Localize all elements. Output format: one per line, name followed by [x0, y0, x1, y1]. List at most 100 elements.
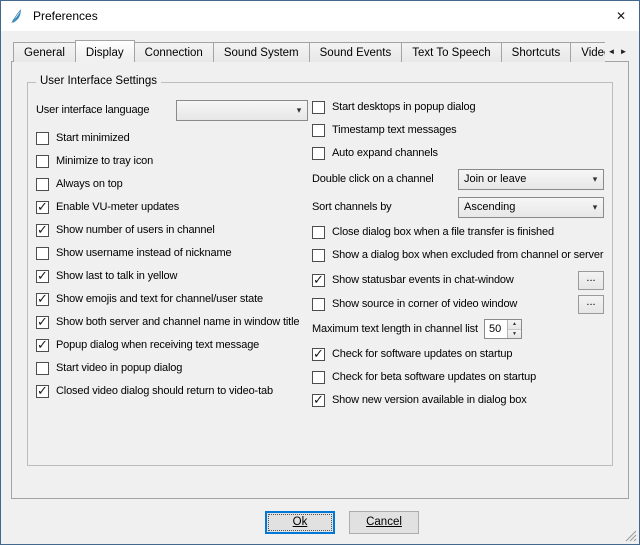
tab-general[interactable]: General: [13, 42, 76, 62]
checkbox-label: Start desktops in popup dialog: [332, 101, 476, 113]
checkbox[interactable]: [36, 385, 49, 398]
tab-shortcuts[interactable]: Shortcuts: [501, 42, 572, 62]
checkbox[interactable]: [312, 348, 325, 361]
video-source-row: Show source in corner of video window ..…: [312, 294, 604, 314]
checkbox-row: Start desktops in popup dialog: [312, 99, 604, 115]
language-select[interactable]: ▾: [176, 100, 308, 121]
sort-channels-row: Sort channels by Ascending ▾: [312, 196, 604, 218]
sort-channels-value: Ascending: [459, 201, 587, 213]
checkbox-row: Minimize to tray icon: [36, 153, 308, 169]
checkbox-label: Show new version available in dialog box: [332, 394, 527, 406]
chevron-down-icon: ▾: [587, 174, 603, 185]
tab-text-to-speech[interactable]: Text To Speech: [401, 42, 501, 62]
tab-sound-events[interactable]: Sound Events: [309, 42, 403, 62]
checkbox[interactable]: [36, 132, 49, 145]
checkbox-label: Timestamp text messages: [332, 124, 457, 136]
checkbox-row: Always on top: [36, 176, 308, 192]
tab-scroll-left-icon[interactable]: ◄: [606, 43, 617, 59]
checkbox-label: Show source in corner of video window: [332, 298, 517, 310]
checkbox-label: Show both server and channel name in win…: [56, 316, 299, 328]
right-column: Start desktops in popup dialog Timestamp …: [308, 99, 604, 415]
checkbox[interactable]: [36, 247, 49, 260]
resize-grip[interactable]: [624, 529, 637, 542]
tab-sound-system[interactable]: Sound System: [213, 42, 310, 62]
spinner-arrows: ▲ ▼: [507, 320, 521, 338]
checkbox[interactable]: [312, 371, 325, 384]
checkbox[interactable]: [36, 293, 49, 306]
right-checkbox-list-mid: Close dialog box when a file transfer is…: [312, 224, 604, 263]
max-text-length-label: Maximum text length in channel list: [312, 323, 478, 335]
close-icon[interactable]: ✕: [603, 1, 639, 31]
checkbox-row: Check for beta software updates on start…: [312, 369, 604, 385]
chevron-down-icon: ▾: [291, 105, 307, 116]
checkbox-label: Show username instead of nickname: [56, 247, 231, 259]
checkbox-label: Popup dialog when receiving text message: [56, 339, 259, 351]
checkbox-row: Show emojis and text for channel/user st…: [36, 291, 308, 307]
checkbox-row: Check for software updates on startup: [312, 346, 604, 362]
checkbox-label: Check for beta software updates on start…: [332, 371, 536, 383]
right-checkbox-list-bottom: Check for software updates on startup Che…: [312, 346, 604, 408]
checkbox[interactable]: [36, 270, 49, 283]
checkbox-label: Always on top: [56, 178, 123, 190]
chevron-down-icon: ▾: [587, 202, 603, 213]
language-label: User interface language: [36, 104, 149, 116]
checkbox-row: Show new version available in dialog box: [312, 392, 604, 408]
checkbox[interactable]: [312, 101, 325, 114]
max-text-length-value: 50: [485, 320, 507, 338]
checkbox-label: Show last to talk in yellow: [56, 270, 177, 282]
window-title: Preferences: [33, 9, 603, 23]
display-tab-panel: User Interface Settings User interface l…: [11, 61, 629, 499]
checkbox[interactable]: [36, 362, 49, 375]
checkbox[interactable]: [36, 178, 49, 191]
title-bar: Preferences ✕: [1, 1, 639, 31]
checkbox[interactable]: [312, 226, 325, 239]
checkbox[interactable]: [36, 316, 49, 329]
checkbox-label: Start video in popup dialog: [56, 362, 182, 374]
checkbox-label: Show number of users in channel: [56, 224, 215, 236]
left-column: User interface language ▾ Start minimize…: [36, 99, 308, 415]
checkbox-label: Show a dialog box when excluded from cha…: [332, 249, 603, 261]
checkbox[interactable]: [312, 298, 325, 311]
checkbox-row: Close dialog box when a file transfer is…: [312, 224, 604, 240]
group-title: User Interface Settings: [36, 75, 161, 87]
app-logo-icon: [9, 8, 25, 24]
tab-bar: GeneralDisplayConnectionSound SystemSoun…: [11, 39, 629, 62]
checkbox[interactable]: [312, 249, 325, 262]
checkbox-row: Show both server and channel name in win…: [36, 314, 308, 330]
checkbox[interactable]: [36, 201, 49, 214]
checkbox[interactable]: [312, 394, 325, 407]
checkbox-row: Popup dialog when receiving text message: [36, 337, 308, 353]
checkbox[interactable]: [36, 339, 49, 352]
checkbox-label: Show emojis and text for channel/user st…: [56, 293, 263, 305]
checkbox-label: Closed video dialog should return to vid…: [56, 385, 273, 397]
checkbox[interactable]: [36, 224, 49, 237]
cancel-button[interactable]: Cancel: [349, 511, 419, 534]
max-text-length-spinner[interactable]: 50 ▲ ▼: [484, 319, 522, 339]
checkbox[interactable]: [312, 124, 325, 137]
video-source-config-button[interactable]: ...: [578, 295, 604, 314]
checkbox-row: Start video in popup dialog: [36, 360, 308, 376]
checkbox-row: Show number of users in channel: [36, 222, 308, 238]
tab-connection[interactable]: Connection: [134, 42, 214, 62]
double-click-label: Double click on a channel: [312, 173, 434, 185]
sort-channels-select[interactable]: Ascending ▾: [458, 197, 604, 218]
ok-button[interactable]: Ok: [265, 511, 335, 534]
tab-video[interactable]: Video: [570, 42, 605, 62]
double-click-value: Join or leave: [459, 173, 587, 185]
checkbox-row: Show last to talk in yellow: [36, 268, 308, 284]
spin-up-icon[interactable]: ▲: [508, 320, 521, 330]
checkbox-label: Auto expand channels: [332, 147, 438, 159]
spin-down-icon[interactable]: ▼: [508, 330, 521, 339]
checkbox[interactable]: [312, 274, 325, 287]
tab-display[interactable]: Display: [75, 40, 135, 62]
checkbox-row: Auto expand channels: [312, 145, 604, 161]
statusbar-events-config-button[interactable]: ...: [578, 271, 604, 290]
preferences-dialog: Preferences ✕ GeneralDisplayConnectionSo…: [0, 0, 640, 545]
checkbox-row: Show a dialog box when excluded from cha…: [312, 247, 604, 263]
checkbox[interactable]: [36, 155, 49, 168]
tab-scroller: ◄ ►: [606, 43, 629, 59]
dialog-buttons: Ok Cancel: [1, 500, 639, 544]
tab-scroll-right-icon[interactable]: ►: [618, 43, 629, 59]
double-click-select[interactable]: Join or leave ▾: [458, 169, 604, 190]
checkbox[interactable]: [312, 147, 325, 160]
